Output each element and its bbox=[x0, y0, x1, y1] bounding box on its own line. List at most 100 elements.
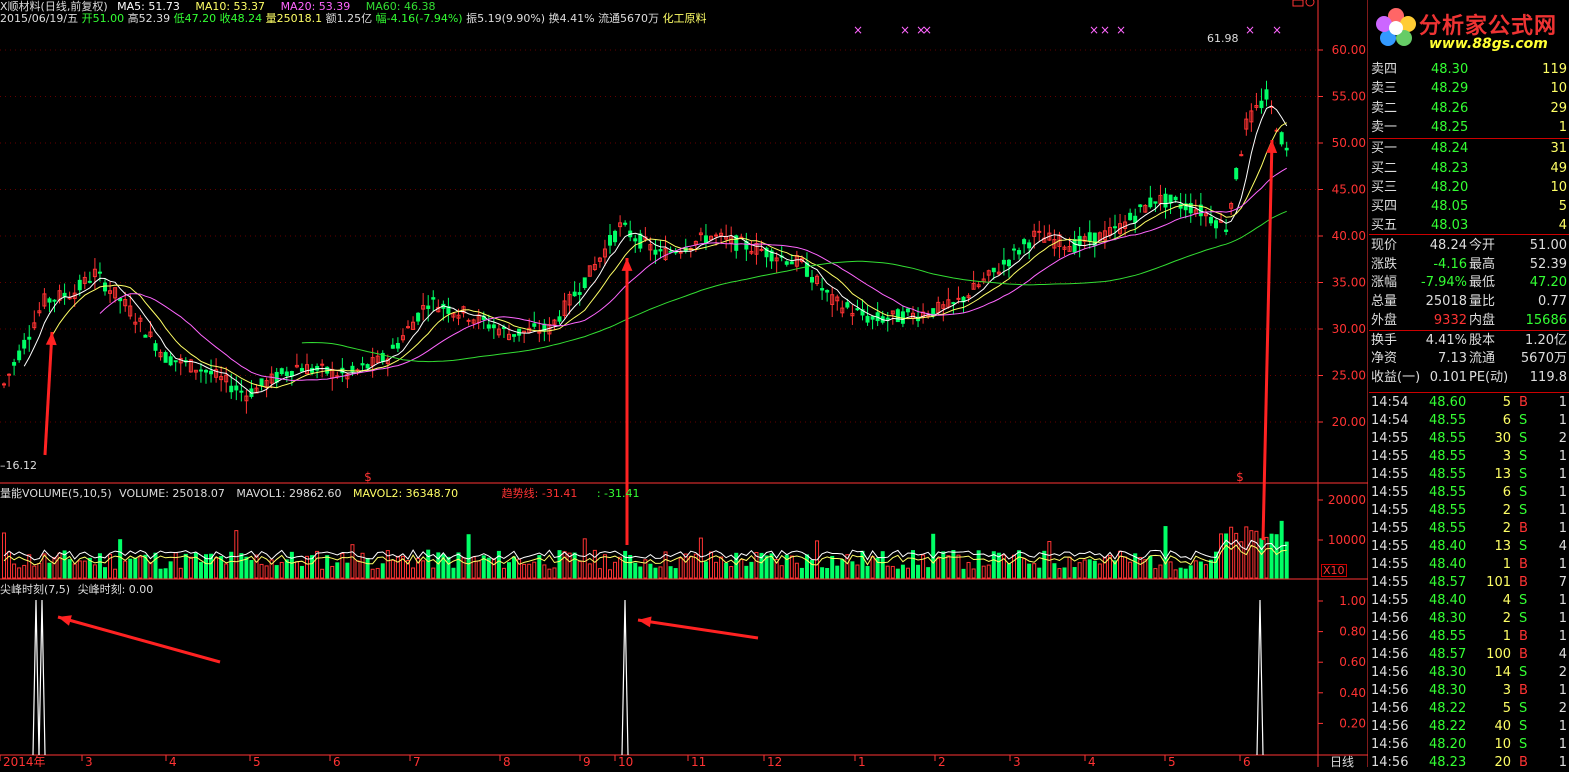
tick-row[interactable]: 14:55 48.40 13 S 4 bbox=[1369, 537, 1569, 556]
tick-row[interactable]: 14:55 48.57 101 B 7 bbox=[1369, 573, 1569, 592]
candle-body bbox=[855, 308, 860, 311]
bar-volume: 量25018.1 bbox=[265, 12, 323, 25]
volume-bar bbox=[860, 550, 865, 579]
bar-amplitude: 振5.19(9.90%) bbox=[466, 12, 546, 25]
tick-volume: 5 bbox=[1502, 395, 1511, 410]
candle-body bbox=[431, 297, 436, 300]
volume-bar bbox=[941, 551, 946, 579]
low-price-value: 16.12 bbox=[5, 459, 38, 472]
stat-value: -4.16 bbox=[1433, 256, 1467, 272]
tick-row[interactable]: 14:55 48.55 6 S 1 bbox=[1369, 483, 1569, 502]
book-volume: 4 bbox=[1558, 218, 1567, 234]
order-book-row[interactable]: 卖三 48.29 10 bbox=[1369, 79, 1569, 98]
candle-body bbox=[486, 324, 491, 329]
chart-header-line2: 2015/06/19/五 开51.00 高52.39 低47.20 收48.24… bbox=[0, 12, 707, 25]
tick-row[interactable]: 14:56 48.22 5 S 2 bbox=[1369, 699, 1569, 718]
volume-bar bbox=[1163, 526, 1168, 579]
price-tick-label: 45.00 bbox=[1332, 183, 1366, 197]
volume-bar bbox=[895, 568, 900, 579]
tick-row[interactable]: 14:55 48.55 2 S 1 bbox=[1369, 501, 1569, 520]
tick-row[interactable]: 14:56 48.23 20 B 1 bbox=[1369, 753, 1569, 772]
tick-row[interactable]: 14:56 48.22 40 S 1 bbox=[1369, 717, 1569, 736]
indicator-value: 尖峰时刻: 0.00 bbox=[77, 583, 154, 596]
volume-bar bbox=[1219, 533, 1224, 579]
tick-row[interactable]: 14:54 48.60 5 B 1 bbox=[1369, 393, 1569, 412]
volume-bar bbox=[254, 554, 259, 579]
volume-bar bbox=[542, 564, 547, 579]
stat-value: 51.00 bbox=[1529, 238, 1567, 253]
stat-value: 7.13 bbox=[1438, 351, 1467, 367]
order-book-row[interactable]: 买二 48.23 49 bbox=[1369, 159, 1569, 178]
volume-bar bbox=[936, 558, 941, 579]
candle-body bbox=[714, 234, 719, 237]
tick-row[interactable]: 14:55 48.55 2 B 1 bbox=[1369, 519, 1569, 538]
tick-row[interactable]: 14:55 48.40 1 B 1 bbox=[1369, 555, 1569, 574]
time-tick-label: 12 bbox=[767, 755, 782, 767]
volume-scale-badge[interactable]: X10 bbox=[1321, 564, 1347, 577]
restore-icon bbox=[1292, 0, 1304, 7]
order-book-row[interactable]: 买三 48.20 10 bbox=[1369, 178, 1569, 197]
order-book-row[interactable]: 卖二 48.26 29 bbox=[1369, 99, 1569, 118]
tick-row[interactable]: 14:56 48.30 2 S 1 bbox=[1369, 609, 1569, 628]
volume-bar bbox=[365, 557, 370, 579]
order-book-row[interactable]: 卖四 48.30 119 bbox=[1369, 60, 1569, 79]
volume-bar bbox=[1168, 561, 1173, 579]
volume-bar bbox=[1183, 568, 1188, 579]
bar-sector[interactable]: 化工原料 bbox=[663, 12, 707, 25]
tick-price: 48.30 bbox=[1429, 683, 1467, 698]
period-label[interactable]: 日线 bbox=[1330, 756, 1354, 769]
volume-bar bbox=[1032, 563, 1037, 579]
kline-chart-area[interactable]: 60.00 55.00 50.00 45.00 40.00 35.00 30.00 25.00… bbox=[0, 0, 1368, 769]
volume-bar bbox=[688, 555, 693, 579]
kline-chart-canvas[interactable]: 60.00 55.00 50.00 45.00 40.00 35.00 30.00 25.00… bbox=[0, 0, 1368, 767]
volume-indicator-name[interactable]: 量能VOLUME(5,10,5) bbox=[0, 487, 112, 500]
volume-bar bbox=[638, 566, 643, 579]
tick-price: 48.40 bbox=[1429, 593, 1467, 608]
indicator-name[interactable]: 尖峰时刻(7,5) bbox=[0, 583, 70, 596]
tick-row[interactable]: 14:55 48.40 4 S 1 bbox=[1369, 591, 1569, 610]
book-volume: 31 bbox=[1550, 141, 1567, 157]
tick-count: 1 bbox=[1558, 611, 1567, 626]
order-book-row[interactable]: 买四 48.05 5 bbox=[1369, 197, 1569, 216]
candle-body bbox=[229, 385, 234, 393]
volume-bar bbox=[421, 560, 426, 579]
stat-label: 股本 bbox=[1469, 332, 1496, 348]
candle-body bbox=[658, 249, 663, 252]
tick-row[interactable]: 14:56 48.20 10 S 1 bbox=[1369, 735, 1569, 754]
order-book-row[interactable]: 买一 48.24 31 bbox=[1369, 139, 1569, 158]
volume-bar bbox=[1017, 550, 1022, 579]
tick-row[interactable]: 14:55 48.55 3 S 1 bbox=[1369, 447, 1569, 466]
tick-row[interactable]: 14:55 48.55 13 S 1 bbox=[1369, 465, 1569, 484]
tick-side: B bbox=[1519, 557, 1528, 572]
volume-bar bbox=[1072, 567, 1077, 579]
book-price: 48.03 bbox=[1431, 218, 1469, 234]
candle-body bbox=[7, 373, 12, 376]
tick-volume: 3 bbox=[1502, 683, 1511, 698]
order-book-row[interactable]: 买五 48.03 4 bbox=[1369, 216, 1569, 235]
order-book-row[interactable]: 卖一 48.25 1 bbox=[1369, 118, 1569, 137]
volume-bar bbox=[522, 563, 527, 579]
volume-bar bbox=[734, 552, 739, 579]
stat-label: PE(动) bbox=[1469, 369, 1509, 385]
trend-value: 趋势线: -31.41 bbox=[501, 487, 578, 500]
tick-row[interactable]: 14:56 48.55 1 B 1 bbox=[1369, 627, 1569, 646]
tick-row[interactable]: 14:55 48.55 30 S 2 bbox=[1369, 429, 1569, 448]
volume-bar bbox=[1012, 554, 1016, 579]
volume-bar bbox=[870, 556, 875, 579]
volume-bar bbox=[335, 562, 340, 579]
tick-row[interactable]: 14:56 48.30 14 S 2 bbox=[1369, 663, 1569, 682]
stat-label: 量比 bbox=[1469, 294, 1496, 310]
candle-body bbox=[865, 315, 870, 323]
indicator-tick-label: 0.40 bbox=[1339, 686, 1366, 700]
tick-count: 1 bbox=[1558, 503, 1567, 518]
tick-row[interactable]: 14:56 48.30 3 B 1 bbox=[1369, 681, 1569, 700]
volume-bar bbox=[1092, 560, 1097, 579]
volume-bar bbox=[512, 556, 517, 579]
tick-row[interactable]: 14:54 48.55 6 S 1 bbox=[1369, 411, 1569, 430]
volume-bar bbox=[244, 556, 249, 579]
volume-bar bbox=[1006, 563, 1011, 579]
volume-bar bbox=[27, 554, 32, 579]
candle-body bbox=[1113, 226, 1117, 229]
tick-row[interactable]: 14:56 48.57 100 B 4 bbox=[1369, 645, 1569, 664]
volume-bar bbox=[840, 559, 845, 579]
